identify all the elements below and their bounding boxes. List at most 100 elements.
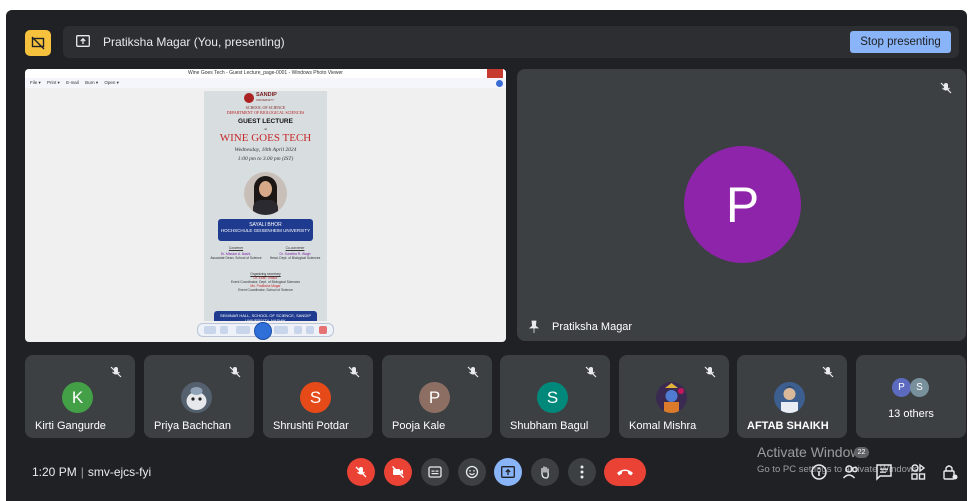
next-icon — [274, 326, 288, 334]
photo-viewer-toolbar — [197, 322, 334, 340]
rotate-left-icon — [294, 326, 302, 334]
participant-name: Priya Bachchan — [154, 420, 232, 432]
shared-screen-tile[interactable]: Wine Goes Tech - Guest Lecture_page-0001… — [25, 69, 506, 342]
emoji-icon — [465, 465, 479, 479]
captions-button[interactable] — [421, 458, 449, 486]
mic-off-icon — [940, 82, 952, 94]
leave-call-button[interactable] — [604, 458, 646, 486]
avatar: S — [300, 382, 331, 413]
secretary-2-role: Event Coordinator, School of Science — [238, 288, 293, 292]
clock-time: 1:20 PM — [32, 465, 77, 479]
stop-presenting-button[interactable]: Stop presenting — [850, 31, 951, 53]
participant-tile[interactable]: AFTAB SHAIKH — [737, 355, 847, 438]
call-end-icon — [617, 469, 633, 476]
hand-icon — [541, 466, 549, 479]
people-icon[interactable] — [842, 463, 860, 481]
info-icon[interactable] — [810, 463, 828, 481]
others-label: 13 others — [888, 408, 934, 420]
speaker-box: SAYALI BHOR HOCHSCHULE GEISENHEIM UNIVER… — [218, 219, 313, 241]
participant-name: Pratiksha Magar — [552, 321, 633, 333]
participant-name: Pooja Kale — [392, 420, 446, 432]
camera-toggle-button[interactable] — [384, 458, 412, 486]
poster-org-sub: UNIVERSITY — [256, 98, 275, 102]
slideshow-icon — [254, 322, 272, 340]
participant-tile[interactable]: S Shubham Bagul — [500, 355, 610, 438]
more-vert-icon — [580, 465, 584, 479]
poster-title: WINE GOES TECH — [219, 132, 312, 144]
menu-print: Print ▾ — [47, 80, 60, 85]
activate-windows-title: Activate Windows — [757, 444, 868, 460]
pin-icon[interactable] — [527, 320, 541, 334]
venue-box: SEMINAR HALL, SCHOOL OF SCIENCE, SANDIP … — [214, 311, 317, 321]
participant-name: Kirti Gangurde — [35, 420, 106, 432]
mic-off-icon — [110, 366, 122, 378]
photo-viewer-close-icon — [487, 69, 503, 78]
lecture-poster: SANDIP UNIVERSITY SCHOOL OF SCIENCE DEPA… — [204, 91, 327, 321]
presenting-indicator[interactable] — [25, 30, 51, 56]
participant-tile[interactable]: P Pooja Kale — [382, 355, 492, 438]
present-to-all-icon — [501, 466, 515, 478]
participant-tile[interactable]: K Kirti Gangurde — [25, 355, 135, 438]
mic-off-icon — [585, 366, 597, 378]
more-options-button[interactable] — [568, 458, 596, 486]
captions-icon — [428, 466, 442, 478]
photo-viewer-help-icon — [496, 80, 503, 87]
speaker-photo — [244, 172, 287, 215]
participant-name: AFTAB SHAIKH — [747, 420, 829, 432]
avatar: P — [892, 378, 911, 397]
avatar: P — [684, 146, 801, 263]
chat-icon[interactable] — [875, 463, 893, 481]
coconvener-label: Co-convener — [285, 246, 305, 250]
reactions-button[interactable] — [458, 458, 486, 486]
raise-hand-button[interactable] — [531, 458, 559, 486]
present-button[interactable] — [494, 458, 522, 486]
fit-icon — [220, 326, 228, 334]
delete-icon — [319, 326, 327, 334]
avatar: S — [910, 378, 929, 397]
videocam-off-icon — [392, 466, 404, 478]
present-to-all-icon — [76, 35, 90, 47]
poster-date: Wednesday, 10th April 2024 — [234, 147, 297, 153]
poster-org: SANDIP UNIVERSITY — [256, 92, 277, 102]
mic-off-icon — [355, 466, 367, 478]
rotate-right-icon — [306, 326, 314, 334]
lock-person-icon[interactable] — [941, 463, 959, 481]
photo-viewer-menu: File ▾ Print ▾ E-mail Burn ▾ Open ▾ — [25, 78, 506, 88]
mic-off-icon — [822, 366, 834, 378]
avatar: P — [419, 382, 450, 413]
university-logo-icon — [244, 93, 254, 103]
activities-icon[interactable] — [909, 463, 927, 481]
convener-label: Convener — [228, 246, 244, 250]
zoom-icon — [204, 326, 216, 334]
people-count-badge: 22 — [854, 447, 869, 458]
previous-icon — [236, 326, 250, 334]
mic-off-icon — [467, 366, 479, 378]
poster-on: on — [263, 127, 268, 131]
activate-windows-subtitle: Go to PC settings to activate Windows. — [757, 464, 922, 475]
participant-tile[interactable]: Priya Bachchan — [144, 355, 254, 438]
participant-name: Shubham Bagul — [510, 420, 589, 432]
participant-name: Komal Mishra — [629, 420, 697, 432]
participant-tile-main[interactable]: P Pratiksha Magar — [517, 69, 966, 341]
menu-burn: Burn ▾ — [85, 80, 99, 85]
convener-role: Associate Dean, School of Science — [210, 256, 262, 260]
mic-off-icon — [348, 366, 360, 378]
mic-toggle-button[interactable] — [347, 458, 375, 486]
avatar: K — [62, 382, 93, 413]
meeting-details: 1:20 PM | smv-ejcs-fyi — [32, 465, 152, 479]
menu-email: E-mail — [66, 80, 79, 85]
participant-tile[interactable]: S Shrushti Potdar — [263, 355, 373, 438]
avatar: S — [537, 382, 568, 413]
menu-file: File ▾ — [30, 80, 41, 85]
mic-off-icon — [229, 366, 241, 378]
poster-heading: GUEST LECTURE — [238, 118, 293, 125]
participant-name: Shrushti Potdar — [273, 420, 349, 432]
coconvener-role: Head, Dept. of Biological Sciences — [269, 256, 321, 260]
meet-window: Pratiksha Magar (You, presenting) Stop p… — [6, 10, 967, 501]
mic-off-icon — [704, 366, 716, 378]
others-tile[interactable]: P S 13 others — [856, 355, 966, 438]
avatar — [181, 382, 212, 413]
venue-text: SEMINAR HALL, SCHOOL OF SCIENCE, SANDIP … — [220, 313, 311, 321]
presenting-text: Pratiksha Magar (You, presenting) — [103, 35, 285, 49]
participant-tile[interactable]: Komal Mishra — [619, 355, 729, 438]
